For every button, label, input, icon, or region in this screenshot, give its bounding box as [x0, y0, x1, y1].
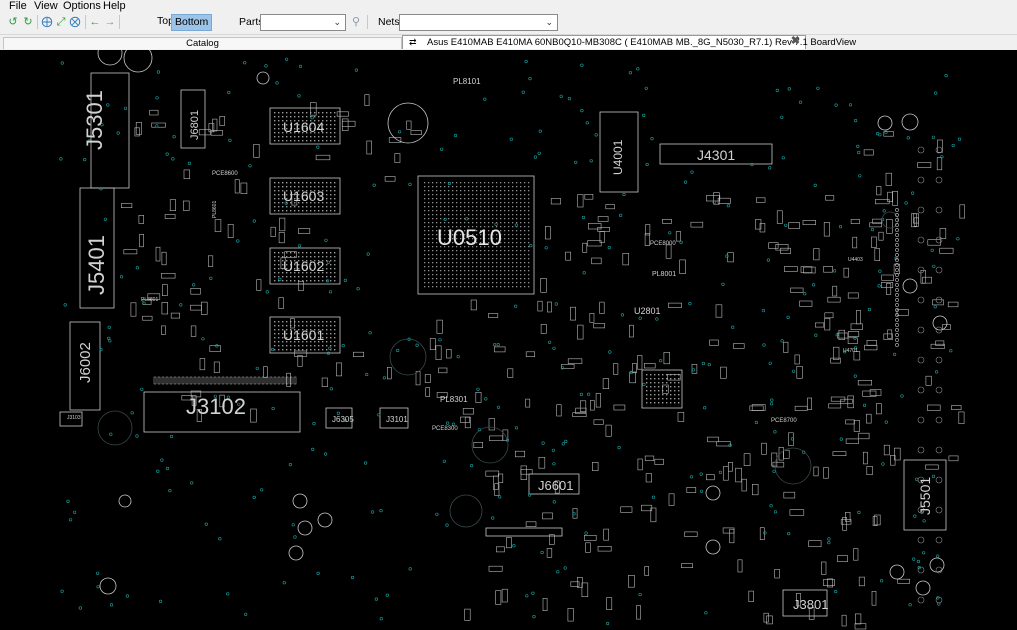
mounting-hole	[389, 338, 427, 376]
mounting-hole	[256, 71, 270, 85]
toolbar-separator	[119, 15, 120, 29]
ball-grid-u1604	[274, 112, 336, 142]
outline-j3103	[59, 411, 83, 427]
menu-help[interactable]: Help	[103, 0, 126, 12]
mounting-hole	[288, 545, 304, 561]
back-arrow-icon[interactable]: ←	[89, 16, 101, 28]
mounting-hole	[889, 564, 905, 580]
close-icon[interactable]: ✖	[791, 35, 800, 48]
vias	[59, 57, 962, 626]
mounting-hole	[471, 426, 509, 464]
bottom-side-button[interactable]: Bottom	[171, 14, 213, 31]
mounting-hole	[902, 278, 918, 294]
menu-options[interactable]: Options	[63, 0, 101, 12]
mounting-hole	[387, 102, 429, 144]
board-canvas[interactable]: J5301 J6801 U1604 U1603 U1602 U1601 J540…	[0, 50, 1017, 630]
small-components	[121, 94, 965, 630]
outline-j6601	[528, 473, 580, 495]
outline-j3801	[782, 589, 828, 617]
outline-j6305	[325, 407, 353, 429]
mounting-hole	[877, 115, 893, 131]
parts-combobox[interactable]: ⌄	[260, 14, 346, 31]
tab-strip: Catalog ⇄ Asus E410MAB E410MA 60NB0Q10-M…	[0, 35, 1017, 49]
mounting-hole	[774, 447, 812, 485]
mounting-hole	[292, 493, 308, 509]
mounting-hole	[705, 539, 721, 555]
zoom-out-icon[interactable]: ⨂	[69, 16, 81, 28]
nets-combobox[interactable]: ⌄	[399, 14, 558, 31]
zoom-fit-icon[interactable]: ⤢	[55, 16, 67, 28]
outline-j5401	[79, 187, 115, 309]
ball-grid-u1603	[274, 182, 336, 212]
tab-catalog-label: Catalog	[186, 38, 219, 49]
forward-arrow-icon[interactable]: →	[104, 16, 116, 28]
tab-boardview[interactable]: ⇄ Asus E410MAB E410MA 60NB0Q10-MB308C ( …	[402, 35, 856, 49]
mounting-hole	[915, 580, 931, 596]
outline-u1602	[269, 247, 341, 285]
rotate-left-icon[interactable]: ↺	[7, 16, 19, 28]
toolbar-separator	[367, 15, 368, 29]
menu-view[interactable]: View	[34, 0, 58, 12]
mounting-hole	[449, 494, 483, 528]
mounting-hole	[99, 577, 117, 595]
outline-j6801	[180, 89, 206, 149]
outline-j3101	[379, 407, 409, 429]
locate-part-icon[interactable]: ⚲	[350, 16, 362, 28]
outline-u1603	[269, 177, 341, 215]
mounting-hole	[97, 50, 123, 66]
ball-grid-u0510	[424, 182, 530, 288]
mounting-hole	[97, 410, 133, 446]
chevron-down-icon: ⌄	[333, 17, 341, 27]
connector-pins-j3102	[153, 376, 297, 385]
chevron-down-icon: ⌄	[545, 17, 553, 27]
ball-grid-u1602	[274, 252, 336, 282]
outline-j6002	[69, 321, 101, 411]
mounting-hole	[901, 113, 919, 131]
mounting-hole	[317, 512, 333, 528]
menu-bar: File View Options Help	[0, 0, 1017, 12]
mounting-hole	[123, 50, 153, 73]
mounting-hole	[932, 315, 948, 331]
outline-u4001	[599, 111, 639, 193]
boardview-icon: ⇄	[409, 37, 417, 47]
mounting-hole	[297, 520, 313, 536]
outline-j3102	[143, 391, 301, 433]
mounting-hole	[118, 494, 132, 508]
toolbar: ↺ ↻ ⨁ ⤢ ⨂ ← → Top Bottom Parts: ⌄ ⚲ Nets…	[0, 12, 1017, 35]
menu-file[interactable]: File	[9, 0, 27, 12]
outline-j4301	[659, 143, 773, 165]
outline-u1601	[269, 316, 341, 354]
tab-catalog[interactable]: Catalog	[3, 37, 402, 49]
board-drawing	[59, 50, 965, 630]
outline-j5301	[90, 72, 130, 189]
ball-grid-u1601	[274, 321, 336, 351]
toolbar-separator	[37, 15, 38, 29]
mounting-hole	[705, 485, 721, 501]
toolbar-separator	[85, 15, 86, 29]
outline-u1604	[269, 107, 341, 145]
rotate-right-icon[interactable]: ↻	[22, 16, 34, 28]
zoom-in-icon[interactable]: ⨁	[41, 16, 53, 28]
